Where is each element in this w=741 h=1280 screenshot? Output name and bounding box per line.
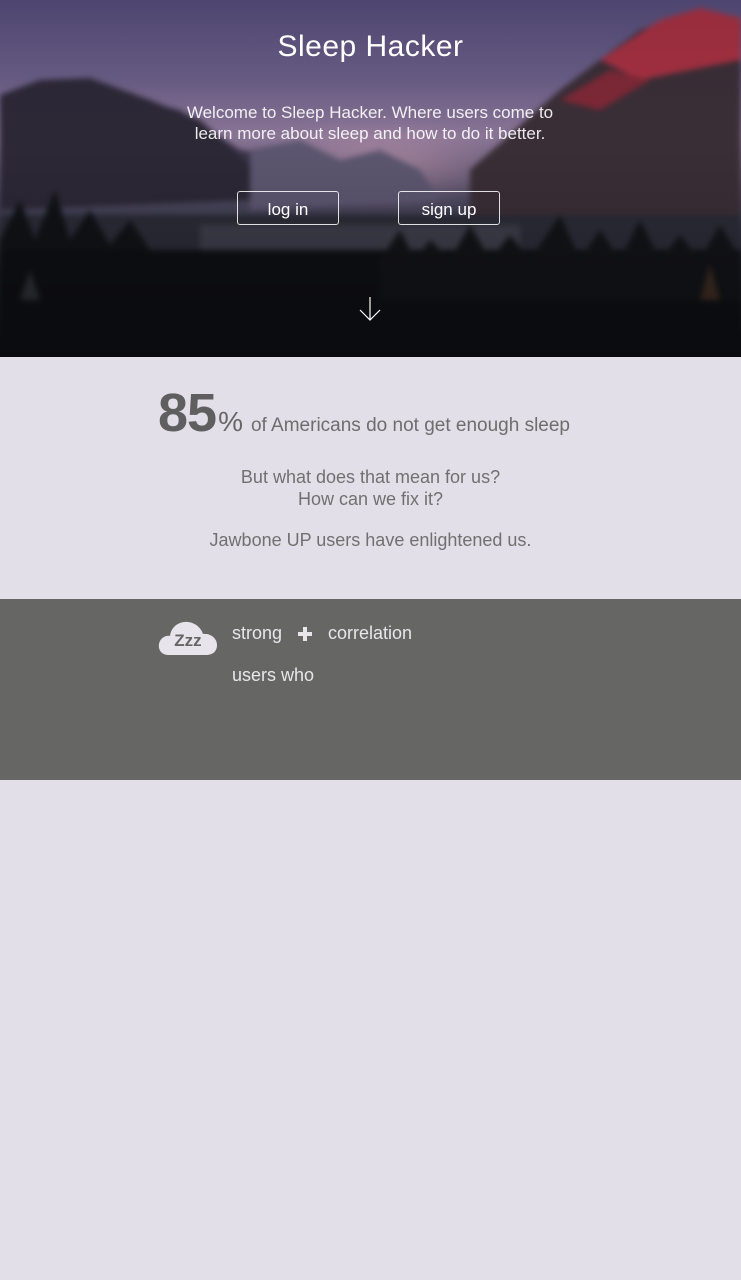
question-line-1: But what does that mean for us? [240,467,501,487]
word-strong: strong [232,623,283,643]
login-button[interactable]: log in [237,191,339,225]
enlighten-text: Jawbone UP users have enlightened us. [209,530,532,550]
signup-button[interactable]: sign up [398,191,500,225]
stat-line: 85% of Americans do not get enough sleep [158,382,570,444]
hero-tagline: Welcome to Sleep Hacker. Where users com… [186,103,554,143]
site-title: Sleep Hacker [277,30,464,63]
word-correlation: correlation [328,623,413,643]
page: Sleep Hacker Welcome to Sleep Hacker. Wh… [0,0,741,1280]
question-text: But what does that mean for us? How can … [0,466,741,510]
question-line-2: How can we fix it? [297,489,444,509]
cloud-zzz-icon: Zzz [158,621,217,655]
stat-description: of Americans do not get enough sleep [250,415,570,436]
word-users-who: users who [232,665,315,685]
stats-section: 85% of Americans do not get enough sleep … [0,358,741,599]
arrow-down-icon[interactable] [359,296,381,322]
cloud-zzz-text: Zzz [174,631,201,650]
hero-banner: Sleep Hacker Welcome to Sleep Hacker. Wh… [0,0,741,357]
plus-icon [298,627,312,641]
correlation-section: Zzz strong correlation users who [0,599,741,780]
stat-number: 85 [158,383,217,443]
stat-percent: % [218,406,243,437]
empty-content-area [0,780,741,1280]
